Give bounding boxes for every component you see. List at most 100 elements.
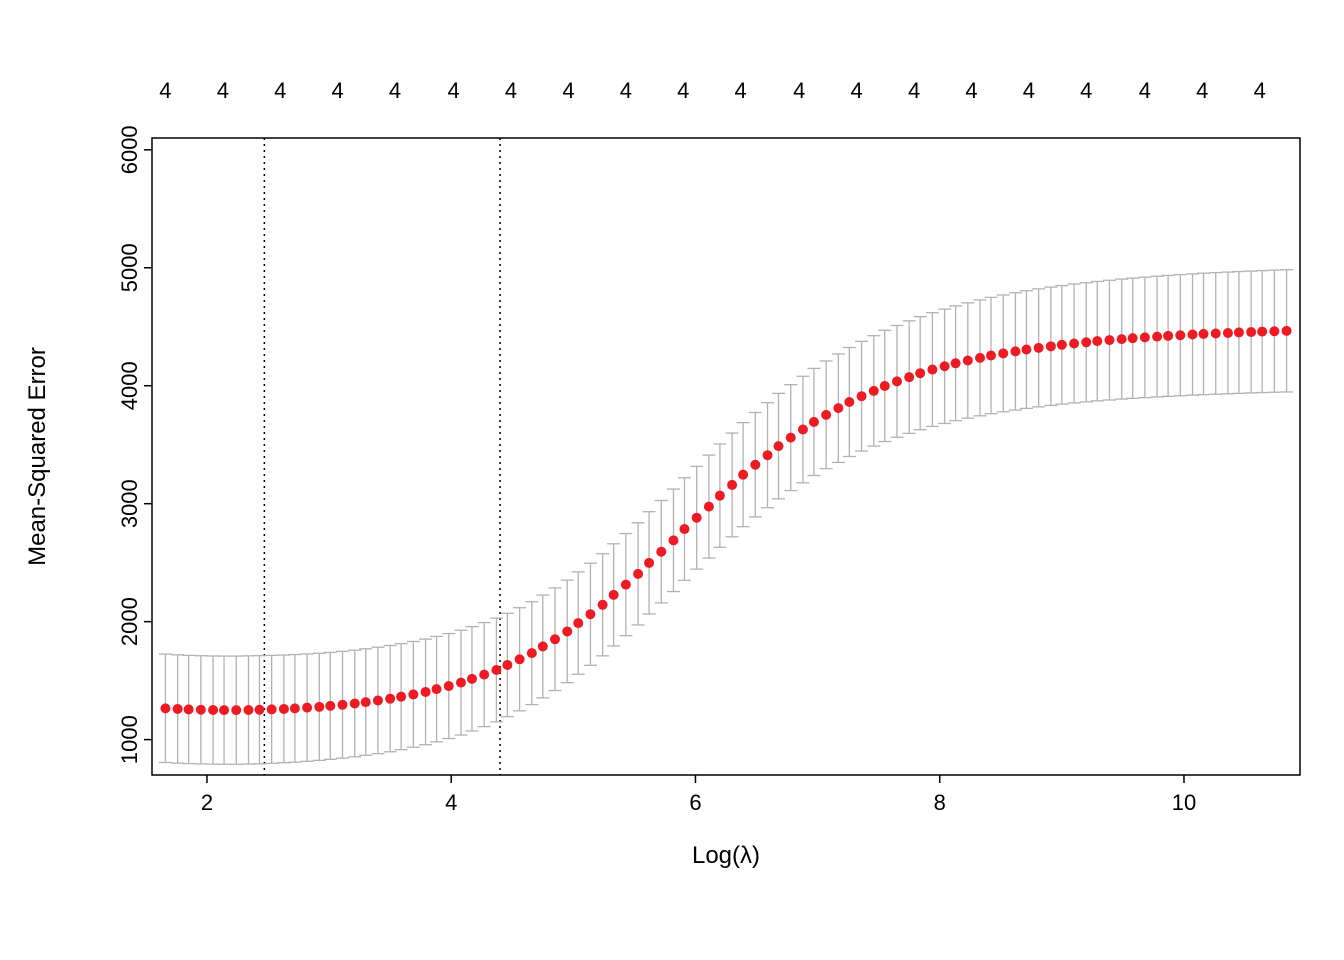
y-tick-label: 4000 <box>117 361 142 410</box>
mse-point <box>798 424 808 434</box>
mse-point <box>633 569 643 579</box>
mse-point <box>444 681 454 691</box>
mse-point <box>951 358 961 368</box>
mse-point <box>844 397 854 407</box>
mse-point <box>408 689 418 699</box>
mse-point <box>1057 340 1067 350</box>
top-df-label: 4 <box>965 78 977 103</box>
mse-point <box>491 665 501 675</box>
mse-point <box>1188 330 1198 340</box>
mse-point <box>763 450 773 460</box>
mse-point <box>1104 335 1114 345</box>
mse-point <box>1234 327 1244 337</box>
x-tick-label: 10 <box>1172 790 1196 815</box>
y-axis-label: Mean-Squared Error <box>24 347 51 566</box>
mse-point <box>421 687 431 697</box>
mse-point <box>1246 327 1256 337</box>
mse-point <box>656 547 666 557</box>
top-df-label: 4 <box>389 78 401 103</box>
top-df-label: 4 <box>793 78 805 103</box>
y-tick-label: 1000 <box>117 715 142 764</box>
mse-point <box>396 692 406 702</box>
mse-point <box>880 381 890 391</box>
mse-point <box>668 535 678 545</box>
mse-point <box>573 618 583 628</box>
mse-point <box>502 660 512 670</box>
mse-point <box>998 348 1008 358</box>
mse-point <box>1128 333 1138 343</box>
x-axis-label: Log(λ) <box>692 842 760 869</box>
top-df-label: 4 <box>677 78 689 103</box>
mse-point <box>1163 331 1173 341</box>
mse-point <box>467 674 477 684</box>
mse-point <box>1152 332 1162 342</box>
top-df-label: 4 <box>1023 78 1035 103</box>
top-df-label: 4 <box>851 78 863 103</box>
mse-point <box>1257 327 1267 337</box>
mse-point <box>679 524 689 534</box>
mse-point <box>1199 329 1209 339</box>
mse-point <box>184 704 194 714</box>
top-df-label: 4 <box>1254 78 1266 103</box>
mse-point <box>267 704 277 714</box>
mse-point <box>1117 334 1127 344</box>
top-df-label: 4 <box>1196 78 1208 103</box>
mse-point <box>338 700 348 710</box>
mse-point <box>609 590 619 600</box>
top-df-label: 4 <box>217 78 229 103</box>
mse-point <box>1021 345 1031 355</box>
x-tick-label: 4 <box>445 790 457 815</box>
mse-point <box>692 513 702 523</box>
x-tick-label: 8 <box>934 790 946 815</box>
mse-point <box>1010 346 1020 356</box>
mse-point <box>786 433 796 443</box>
mse-point <box>385 694 395 704</box>
mse-point <box>160 703 170 713</box>
x-tick-label: 6 <box>689 790 701 815</box>
mse-point <box>857 391 867 401</box>
mse-point <box>727 480 737 490</box>
mse-point <box>821 410 831 420</box>
top-df-label: 4 <box>735 78 747 103</box>
mse-point <box>350 699 360 709</box>
mse-point <box>279 704 289 714</box>
mse-point <box>1140 332 1150 342</box>
mse-point <box>774 441 784 451</box>
mse-point <box>738 470 748 480</box>
mse-point <box>585 609 595 619</box>
mse-point <box>833 403 843 413</box>
y-tick-label: 6000 <box>117 125 142 174</box>
mse-point <box>196 705 206 715</box>
mse-point <box>290 703 300 713</box>
mse-point <box>1092 336 1102 346</box>
y-tick-label: 2000 <box>117 597 142 646</box>
y-tick-label: 5000 <box>117 243 142 292</box>
top-df-label: 4 <box>274 78 286 103</box>
top-df-label: 4 <box>332 78 344 103</box>
mse-point <box>527 648 537 658</box>
mse-point <box>361 697 371 707</box>
mse-point <box>432 684 442 694</box>
mse-point <box>254 705 264 715</box>
mse-point <box>975 353 985 363</box>
mse-point <box>892 376 902 386</box>
y-tick-label: 3000 <box>117 479 142 528</box>
mse-point <box>538 641 548 651</box>
mse-point <box>1223 328 1233 338</box>
top-df-label: 4 <box>908 78 920 103</box>
mse-point <box>231 705 241 715</box>
mse-point <box>456 678 466 688</box>
top-df-label: 4 <box>1080 78 1092 103</box>
mse-point <box>219 705 229 715</box>
mse-point <box>715 491 725 501</box>
mse-point <box>621 580 631 590</box>
mse-point <box>325 701 335 711</box>
mse-point <box>750 460 760 470</box>
mse-point <box>243 705 253 715</box>
mse-point <box>479 670 489 680</box>
top-df-label: 4 <box>620 78 632 103</box>
mse-point <box>1211 328 1221 338</box>
mse-point <box>927 365 937 375</box>
mse-point <box>644 558 654 568</box>
mse-point <box>314 702 324 712</box>
